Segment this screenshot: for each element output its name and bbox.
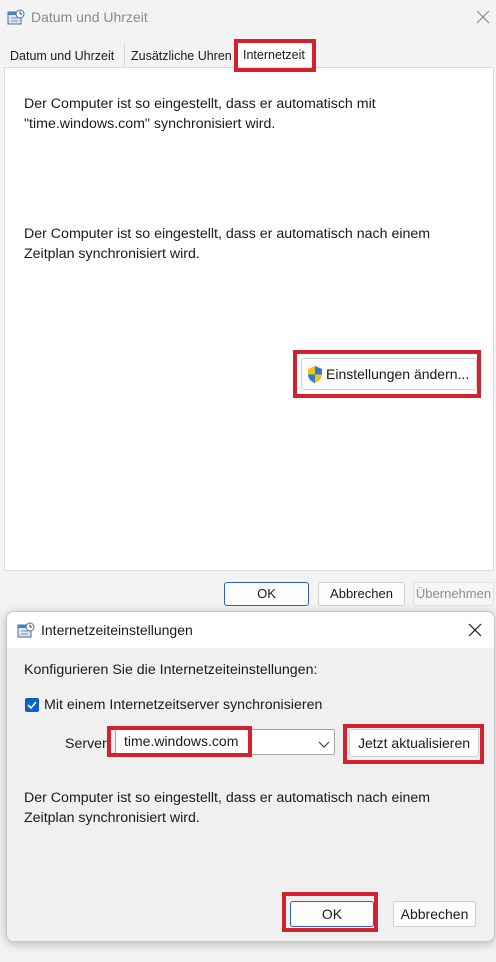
update-now-button[interactable]: Jetzt aktualisieren: [349, 729, 479, 757]
sync-checkbox-label[interactable]: Mit einem Internetzeitserver synchronisi…: [44, 695, 322, 715]
update-now-label: Jetzt aktualisieren: [357, 735, 471, 751]
internet-time-settings-dialog: Internetzeiteinstellungen Konfigurieren …: [6, 611, 495, 942]
apply-label: Übernehmen: [415, 586, 492, 601]
apply-button[interactable]: Übernehmen: [413, 582, 494, 606]
dialog-close-icon[interactable]: [468, 623, 482, 637]
tab-label: Datum und Uhrzeit: [10, 49, 115, 63]
tab-label: Zusätzliche Uhren: [131, 49, 232, 63]
schedule-info-line: Zeitplan synchronisiert wird.: [24, 810, 200, 826]
uac-shield-icon: [306, 365, 324, 387]
tab-additional-clocks[interactable]: Zusätzliche Uhren: [125, 44, 236, 68]
schedule-info-line: Der Computer ist so eingestellt, dass er…: [24, 790, 431, 806]
dialog-title-bar: Internetzeiteinstellungen: [7, 612, 494, 648]
sync-checkbox[interactable]: [25, 698, 39, 712]
window-title: Datum und Uhrzeit: [31, 9, 148, 25]
dialog-cancel-button[interactable]: Abbrechen: [393, 901, 476, 927]
date-time-window: Datum und Uhrzeit Datum und Uhrzeit Zusä…: [0, 0, 496, 612]
close-icon[interactable]: [476, 10, 490, 24]
checkmark-icon: [27, 701, 37, 710]
server-value: time.windows.com: [124, 733, 239, 749]
change-settings-button[interactable]: Einstellungen ändern...: [301, 358, 477, 390]
dialog-ok-label: OK: [321, 906, 343, 922]
date-time-app-icon: [7, 8, 25, 26]
tab-date-time[interactable]: Datum und Uhrzeit: [4, 44, 125, 68]
schedule-info-line: Zeitplan synchronisiert wird.: [24, 246, 200, 262]
server-label: Server:: [65, 736, 111, 752]
change-settings-label: Einstellungen ändern...: [326, 366, 470, 382]
cancel-label: Abbrechen: [330, 586, 393, 601]
cancel-button[interactable]: Abbrechen: [318, 582, 405, 606]
dialog-title: Internetzeiteinstellungen: [41, 622, 193, 638]
date-time-app-icon: [17, 621, 35, 639]
sync-info-text: Der Computer ist so eingestellt, dass er…: [24, 94, 376, 134]
dialog-schedule-text: Der Computer ist so eingestellt, dass er…: [24, 788, 430, 828]
chevron-down-icon[interactable]: [318, 736, 330, 748]
dialog-cancel-label: Abbrechen: [400, 906, 469, 922]
dialog-body: Konfigurieren Sie die Internetzeiteinste…: [7, 648, 494, 941]
tab-internet-time[interactable]: Internetzeit: [236, 41, 313, 68]
tab-label: Internetzeit: [243, 48, 305, 62]
sync-info-line: Der Computer ist so eingestellt, dass er…: [24, 96, 376, 112]
dialog-heading: Konfigurieren Sie die Internetzeiteinste…: [24, 662, 318, 678]
internet-time-panel: Der Computer ist so eingestellt, dass er…: [4, 67, 494, 571]
schedule-info-line: Der Computer ist so eingestellt, dass er…: [24, 226, 431, 242]
dialog-ok-button[interactable]: OK: [290, 901, 374, 927]
ok-label: OK: [257, 586, 276, 601]
schedule-info-text: Der Computer ist so eingestellt, dass er…: [24, 224, 430, 264]
server-select[interactable]: time.windows.com: [115, 729, 335, 755]
sync-info-line: "time.windows.com" synchronisiert wird.: [24, 116, 276, 132]
ok-button[interactable]: OK: [224, 582, 309, 606]
title-bar: Datum und Uhrzeit: [0, 0, 496, 34]
